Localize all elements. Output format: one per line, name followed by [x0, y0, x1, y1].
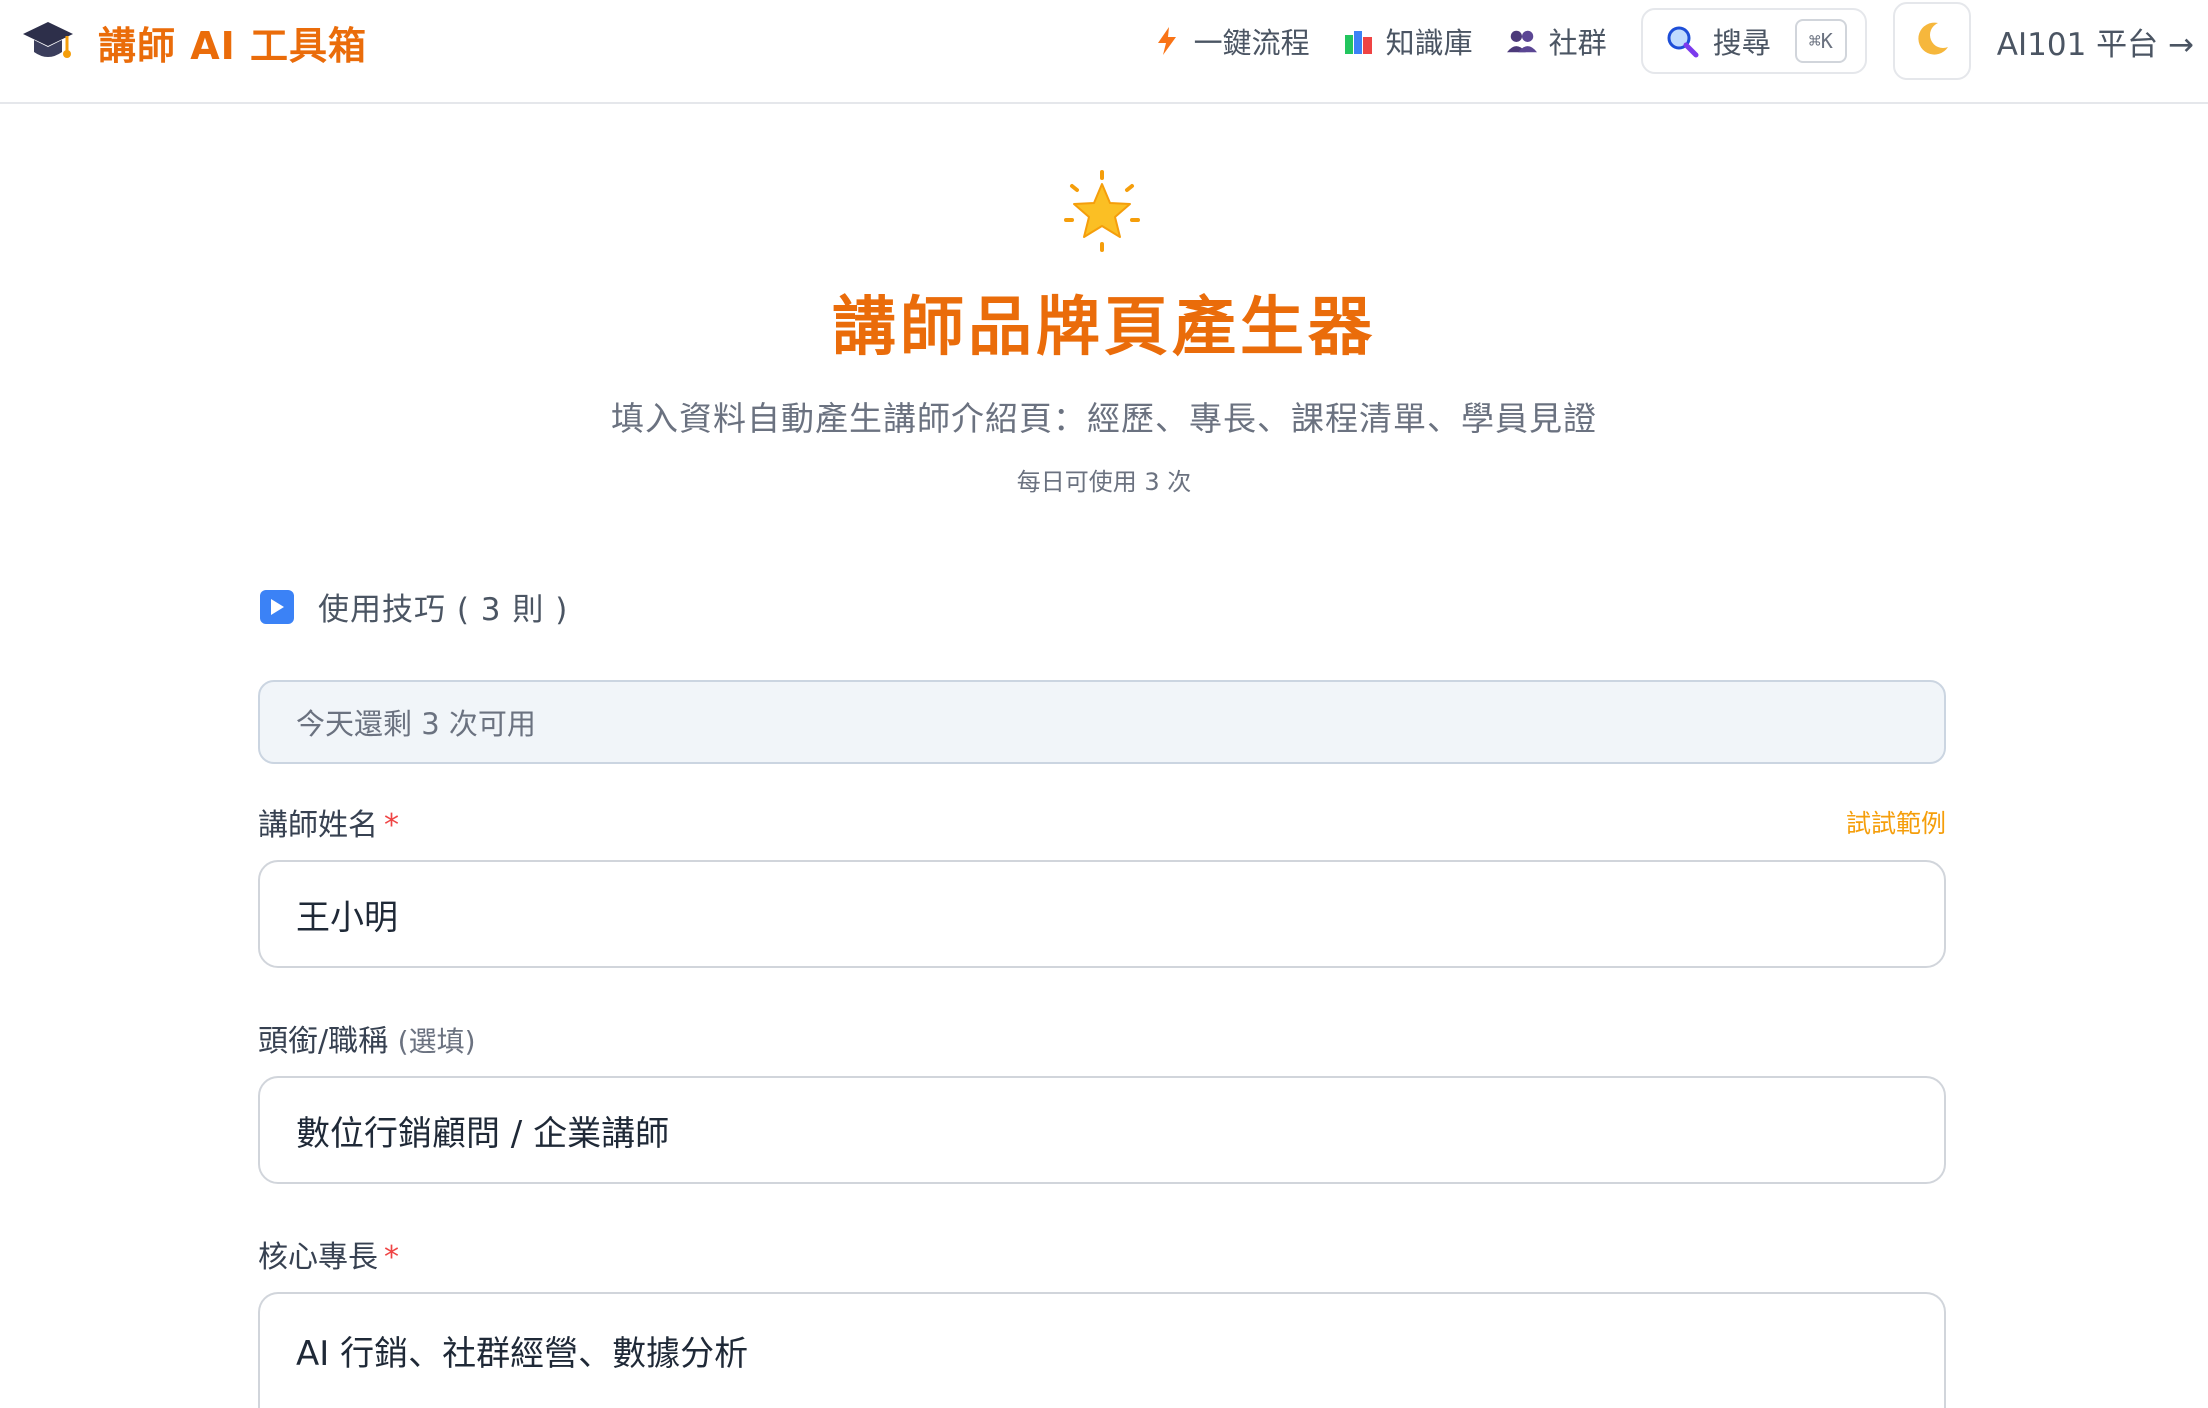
nav-menu: 一鍵流程 知識庫 社群 搜尋 ⌘K AI101 平台 → [1152, 2, 2208, 80]
search-shortcut: ⌘K [1794, 19, 1847, 63]
try-example-link[interactable]: 試試範例 [1846, 804, 1946, 840]
quota-status-banner: 今天還剩 3 次可用 [258, 680, 1946, 764]
expertise-field-label: 核心專長 * [258, 1232, 399, 1276]
lightning-icon [1152, 26, 1182, 56]
usage-note: 每日可使用 3 次 [1016, 468, 1192, 496]
search-icon [1665, 24, 1699, 58]
nav-knowledge[interactable]: 知識庫 [1344, 20, 1473, 62]
name-field-label: 講師姓名 * [258, 800, 399, 844]
required-mark: * [384, 808, 399, 843]
required-mark: * [384, 1240, 399, 1275]
name-input[interactable]: 王小明 [258, 860, 1946, 968]
search-button[interactable]: 搜尋 ⌘K [1640, 8, 1867, 74]
name-label-text: 講師姓名 [258, 808, 378, 843]
page-subtitle: 填入資料自動產生講師介紹頁：經歷、專長、課程清單、學員見證 [611, 399, 1597, 438]
title-field-label: 頭銜/職稱 (選填) [258, 1016, 476, 1060]
theme-toggle-button[interactable] [1892, 2, 1971, 80]
page-title: 講師品牌頁產生器 [832, 291, 1376, 365]
search-label: 搜尋 [1712, 26, 1771, 60]
nav-community[interactable]: 社群 [1506, 20, 1607, 62]
tips-label: 使用技巧 ( 3 則 ) [318, 592, 569, 628]
brand-title: 講師 AI 工具箱 [98, 23, 368, 68]
brand-logo-link[interactable]: 講師 AI 工具箱 [20, 14, 367, 70]
optional-mark: (選填) [397, 1025, 476, 1058]
title-label-text: 頭銜/職稱 [258, 1024, 389, 1059]
nav-workflow[interactable]: 一鍵流程 [1152, 20, 1310, 62]
books-icon [1344, 26, 1374, 56]
top-navigation-bar: 講師 AI 工具箱 一鍵流程 知識庫 社群 搜尋 ⌘K AI101 平台 → [0, 0, 2208, 104]
star-icon [1060, 170, 1144, 254]
nav-knowledge-label: 知識庫 [1385, 26, 1473, 60]
play-icon [260, 589, 294, 624]
people-icon [1506, 26, 1537, 56]
graduation-cap-icon [20, 14, 76, 70]
title-input[interactable]: 數位行銷顧問 / 企業講師 [258, 1076, 1946, 1184]
expertise-textarea[interactable]: AI 行銷、社群經營、數據分析 [258, 1292, 1946, 1408]
platform-link[interactable]: AI101 平台 → [1997, 19, 2194, 64]
nav-community-label: 社群 [1548, 26, 1607, 60]
nav-workflow-label: 一鍵流程 [1193, 26, 1310, 60]
expertise-label-text: 核心專長 [258, 1240, 378, 1275]
tips-toggle[interactable]: 使用技巧 ( 3 則 ) [260, 584, 568, 629]
moon-icon [1912, 19, 1952, 63]
